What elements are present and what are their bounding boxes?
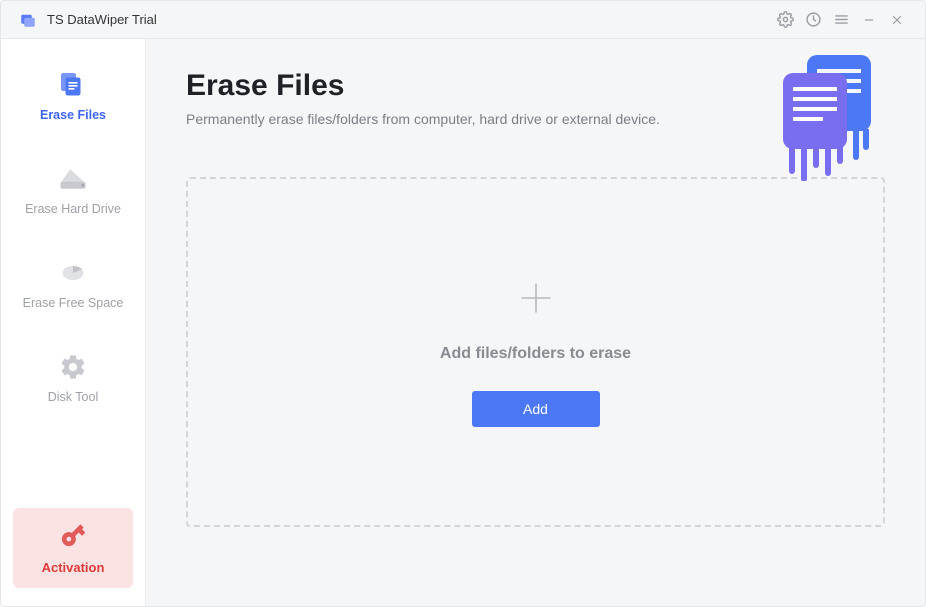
erase-free-space-icon	[55, 258, 91, 288]
disk-tool-icon	[55, 352, 91, 382]
erase-hard-drive-icon	[55, 164, 91, 194]
close-button[interactable]	[883, 6, 911, 34]
add-button[interactable]: Add	[472, 391, 600, 427]
app-window: TS DataWiper Trial	[0, 0, 926, 607]
gear-icon	[777, 11, 794, 28]
minimize-button[interactable]	[855, 6, 883, 34]
hero-illustration-icon	[771, 51, 881, 186]
menu-icon	[833, 11, 850, 28]
sidebar-item-disk-tool[interactable]: Disk Tool	[13, 339, 133, 417]
sidebar-item-erase-files[interactable]: Erase Files	[13, 57, 133, 135]
history-button[interactable]	[799, 6, 827, 34]
app-logo-icon	[19, 11, 37, 29]
add-button-label: Add	[523, 401, 548, 417]
sidebar-item-erase-free-space[interactable]: Erase Free Space	[13, 245, 133, 323]
title-bar: TS DataWiper Trial	[1, 1, 925, 39]
close-icon	[890, 13, 904, 27]
menu-button[interactable]	[827, 6, 855, 34]
clock-icon	[805, 11, 822, 28]
key-icon	[59, 521, 87, 554]
plus-icon	[516, 278, 556, 323]
sidebar-item-erase-hard-drive[interactable]: Erase Hard Drive	[13, 151, 133, 229]
erase-files-icon	[55, 70, 91, 100]
sidebar-item-label: Erase Files	[40, 108, 106, 122]
sidebar-item-label: Erase Hard Drive	[25, 202, 121, 216]
activation-button[interactable]: Activation	[13, 508, 133, 588]
settings-button[interactable]	[771, 6, 799, 34]
sidebar: Erase Files Erase Hard Drive	[1, 39, 146, 606]
window-title: TS DataWiper Trial	[47, 12, 157, 27]
sidebar-item-label: Disk Tool	[48, 390, 98, 404]
drop-zone-text: Add files/folders to erase	[440, 345, 631, 363]
main-panel: Erase Files Permanently erase files/fold…	[146, 39, 925, 606]
activation-label: Activation	[42, 560, 105, 575]
minimize-icon	[862, 13, 876, 27]
sidebar-item-label: Erase Free Space	[23, 296, 124, 310]
file-drop-zone[interactable]: Add files/folders to erase Add	[186, 177, 885, 527]
